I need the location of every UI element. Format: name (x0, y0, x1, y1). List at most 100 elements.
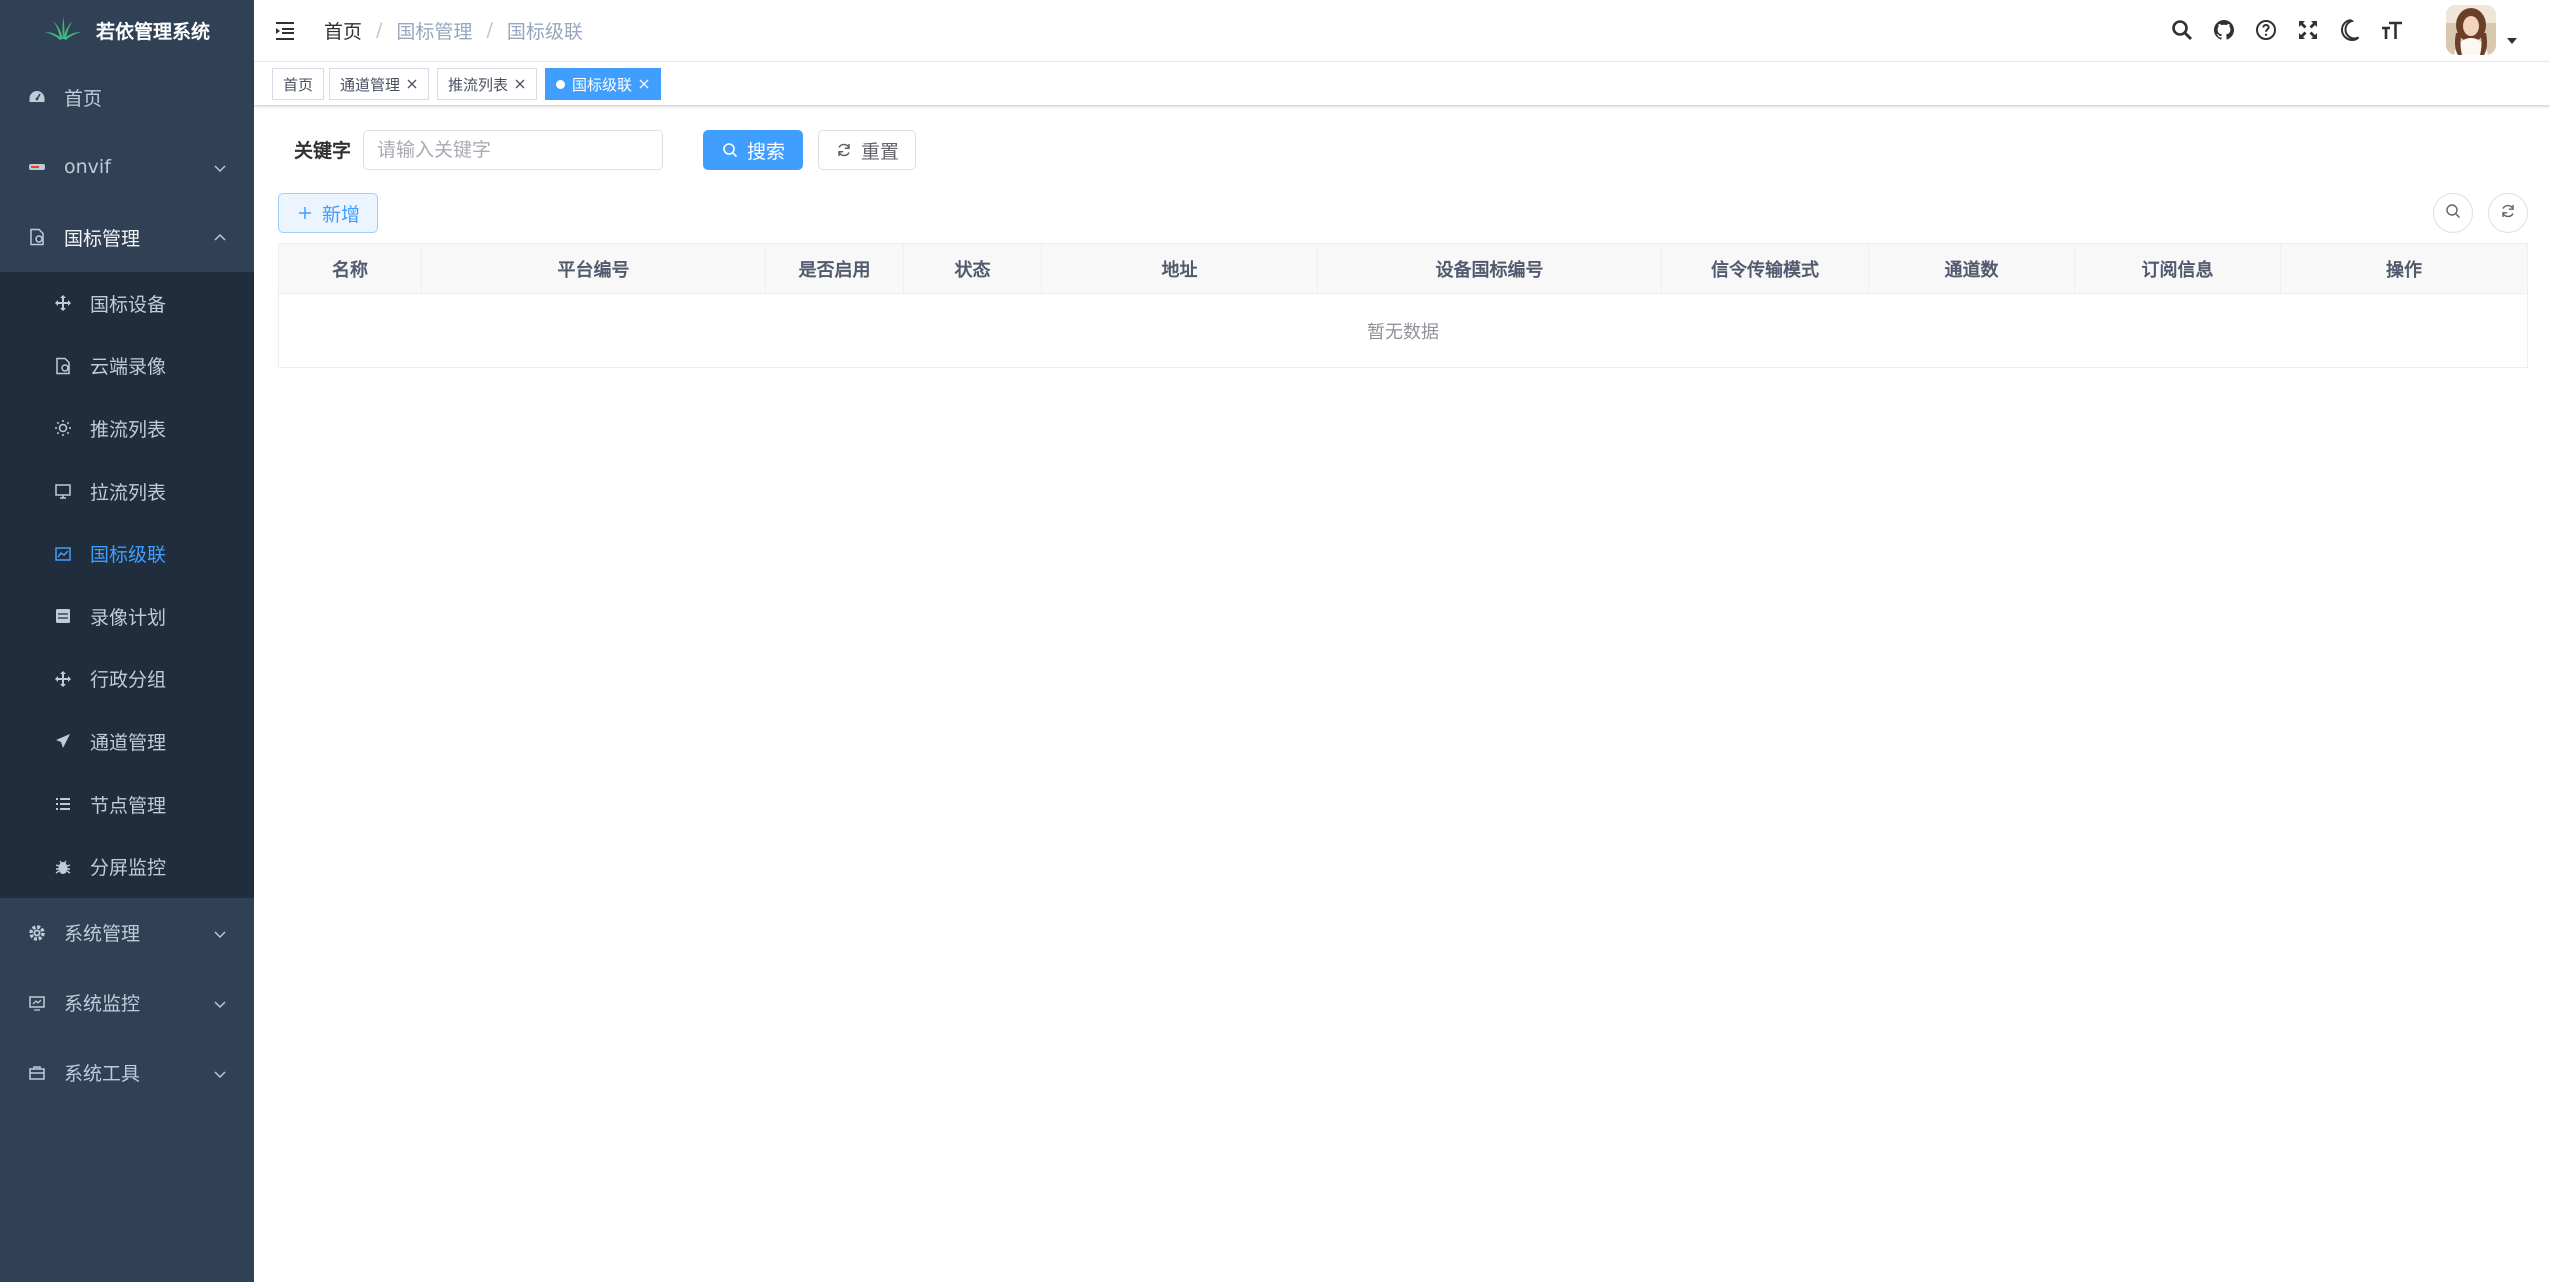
breadcrumb-item-home[interactable]: 首页 (324, 17, 362, 44)
column-header: 订阅信息 (2075, 244, 2281, 294)
sidebar-item-label: 拉流列表 (90, 481, 167, 504)
toggle-search-button[interactable] (2433, 193, 2473, 233)
sidebar-item-label: 系统管理 (64, 923, 141, 946)
sidebar-item-split-screen[interactable]: 分屏监控 (0, 835, 254, 898)
navbar: 首页 / 国标管理 / 国标级联 (254, 0, 2550, 62)
hamburger-menu-icon[interactable] (274, 19, 298, 43)
camera-icon (28, 158, 46, 176)
monitor-icon (54, 482, 72, 500)
plus-icon (296, 204, 314, 222)
submenu-gb-management: 国标设备 云端录像 推流列表 拉流列表 国标级联 录像计划 行政分组 通道管理 … (0, 272, 254, 898)
move-icon (54, 294, 72, 312)
github-icon[interactable] (2210, 16, 2238, 44)
sidebar-item-label: 通道管理 (90, 731, 167, 754)
close-icon[interactable] (514, 78, 526, 90)
keyword-input[interactable] (363, 130, 663, 170)
server-icon (54, 607, 72, 625)
sidebar-item-pull-stream[interactable]: 拉流列表 (0, 460, 254, 523)
search-icon[interactable] (2168, 16, 2196, 44)
search-icon (721, 141, 739, 159)
tag-label: 推流列表 (448, 75, 509, 94)
breadcrumb-item-gb-cascade: 国标级联 (506, 20, 583, 43)
sidebar-item-push-stream[interactable]: 推流列表 (0, 397, 254, 460)
refresh-button[interactable] (2488, 193, 2528, 233)
help-icon[interactable] (2252, 16, 2280, 44)
tags-view: 首页 通道管理 推流列表 国标级联 (254, 62, 2550, 106)
keyword-label: 关键字 (294, 140, 352, 162)
column-header: 名称 (279, 244, 422, 294)
logo-icon (44, 15, 82, 45)
avatar[interactable] (2446, 5, 2496, 55)
sun-icon (54, 419, 72, 437)
right-menu (2168, 0, 2550, 60)
sidebar-item-system-tools[interactable]: 系统工具 (0, 1038, 254, 1108)
sidebar-item-label: 分屏监控 (90, 857, 167, 880)
column-header: 状态 (904, 244, 1042, 294)
sidebar-item-label: 系统监控 (64, 993, 141, 1016)
sidebar-item-admin-group[interactable]: 行政分组 (0, 648, 254, 711)
sidebar-item-label: 系统工具 (64, 1063, 141, 1086)
column-header: 操作 (2386, 260, 2422, 281)
sidebar-item-home[interactable]: 首页 (0, 62, 254, 132)
close-icon[interactable] (406, 78, 418, 90)
sidebar-item-label: 国标管理 (64, 227, 141, 250)
chevron-down-icon (212, 925, 228, 941)
sidebar-item-node-management[interactable]: 节点管理 (0, 773, 254, 836)
gear-icon (28, 924, 46, 942)
dark-mode-icon[interactable] (2336, 16, 2364, 44)
reset-button-label: 重置 (860, 140, 899, 163)
tag-push-stream[interactable]: 推流列表 (437, 68, 538, 100)
tag-home[interactable]: 首页 (272, 68, 325, 100)
add-button-label: 新增 (321, 203, 360, 226)
close-icon[interactable] (638, 78, 650, 90)
sidebar-item-system-monitor[interactable]: 系统监控 (0, 968, 254, 1038)
caret-down-icon[interactable] (2504, 33, 2520, 49)
breadcrumb-separator: / (486, 19, 493, 41)
sidebar-item-label: 云端录像 (90, 356, 167, 379)
tag-channel-management[interactable]: 通道管理 (329, 68, 430, 100)
table-header: 名称 平台编号 是否启用 状态 地址 设备国标编号 信令传输模式 通道数 订阅信… (279, 244, 2527, 294)
breadcrumb-separator: / (376, 19, 383, 41)
sidebar-item-system-management[interactable]: 系统管理 (0, 898, 254, 968)
column-header: 平台编号 (422, 244, 766, 294)
chart-icon (54, 545, 72, 563)
column-header: 设备国标编号 (1318, 244, 1662, 294)
monitor-icon (28, 994, 46, 1012)
chevron-down-icon (212, 1065, 228, 1081)
sidebar: 若依管理系统 首页 onvif 国标管理 国标设备 云端录像 推流列表 拉流列表… (0, 0, 254, 1282)
refresh-icon (835, 141, 853, 159)
column-header: 信令传输模式 (1662, 244, 1869, 294)
logo[interactable]: 若依管理系统 (0, 0, 254, 60)
tag-label: 国标级联 (572, 75, 633, 94)
sidebar-item-gb-management[interactable]: 国标管理 (0, 202, 254, 272)
sidebar-item-channel-management[interactable]: 通道管理 (0, 710, 254, 773)
table-empty-text: 暂无数据 (1367, 321, 1439, 343)
send-icon (54, 732, 72, 750)
fullscreen-icon[interactable] (2294, 16, 2322, 44)
sidebar-item-onvif[interactable]: onvif (0, 132, 254, 202)
sidebar-item-gb-devices[interactable]: 国标设备 (0, 272, 254, 335)
sidebar-item-cloud-recording[interactable]: 云端录像 (0, 335, 254, 398)
tag-gb-cascade[interactable]: 国标级联 (545, 68, 662, 100)
sidebar-item-label: 首页 (64, 87, 103, 110)
sidebar-item-label: onvif (64, 156, 111, 178)
sidebar-item-label: 行政分组 (90, 669, 167, 692)
search-button[interactable]: 搜索 (703, 130, 803, 170)
column-header: 通道数 (1869, 244, 2075, 294)
sidebar-item-recording-plan[interactable]: 录像计划 (0, 585, 254, 648)
chevron-up-icon (212, 229, 228, 245)
tag-label: 通道管理 (340, 75, 401, 94)
column-header: 是否启用 (766, 244, 904, 294)
toolbox-icon (28, 1064, 46, 1082)
refresh-icon (2500, 203, 2516, 223)
move-icon (54, 670, 72, 688)
add-button[interactable]: 新增 (278, 193, 378, 233)
font-size-icon[interactable] (2378, 16, 2406, 44)
breadcrumb: 首页 / 国标管理 / 国标级联 (324, 0, 583, 60)
sidebar-item-label: 推流列表 (90, 418, 167, 441)
sidebar-item-gb-cascade[interactable]: 国标级联 (0, 522, 254, 585)
reset-button[interactable]: 重置 (818, 130, 916, 170)
list-icon (54, 795, 72, 813)
dashboard-icon (28, 88, 46, 106)
active-dot-icon (556, 79, 565, 89)
